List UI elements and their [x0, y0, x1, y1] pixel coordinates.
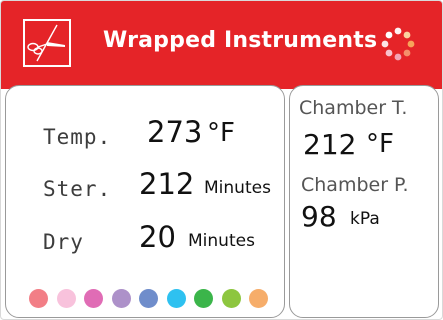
color-indicator-dot — [221, 289, 241, 308]
color-indicator-dot — [166, 289, 186, 308]
ster-label: Ster. — [43, 177, 112, 201]
program-title: Wrapped Instruments — [103, 28, 378, 53]
color-indicator-dot — [56, 289, 76, 308]
program-logo — [23, 19, 71, 67]
color-indicator-dot — [194, 289, 213, 308]
chamber-pressure-value: 98 — [301, 200, 337, 233]
chamber-pressure-unit: kPa — [350, 209, 380, 229]
ster-value: 212 — [139, 167, 195, 201]
temp-label: Temp. — [43, 125, 112, 149]
dry-unit: Minutes — [188, 231, 255, 251]
color-indicator-dot — [249, 289, 268, 308]
ster-unit: Minutes — [204, 178, 271, 198]
color-indicator-dot — [29, 289, 48, 308]
chamber-temp-value: 212 — [303, 128, 357, 161]
chamber-temp-unit: °F — [366, 129, 394, 159]
temp-value: 273 — [147, 115, 203, 149]
program-card[interactable]: Wrapped Instruments Temp. 273 °F Ster. 2… — [0, 0, 443, 320]
color-indicator-dot — [111, 289, 131, 308]
dry-value: 20 — [139, 220, 176, 254]
temp-unit: °F — [207, 118, 235, 148]
program-header: Wrapped Instruments — [1, 1, 442, 89]
color-indicator-dot — [139, 289, 158, 308]
color-indicator-dot — [84, 289, 103, 308]
loading-spinner-icon — [381, 27, 415, 61]
chamber-temp-label: Chamber T. — [299, 97, 408, 119]
scissors-icon — [27, 24, 65, 62]
dry-label: Dry — [43, 230, 84, 254]
cycle-parameters-panel — [5, 85, 285, 318]
chamber-pressure-label: Chamber P. — [301, 174, 409, 196]
